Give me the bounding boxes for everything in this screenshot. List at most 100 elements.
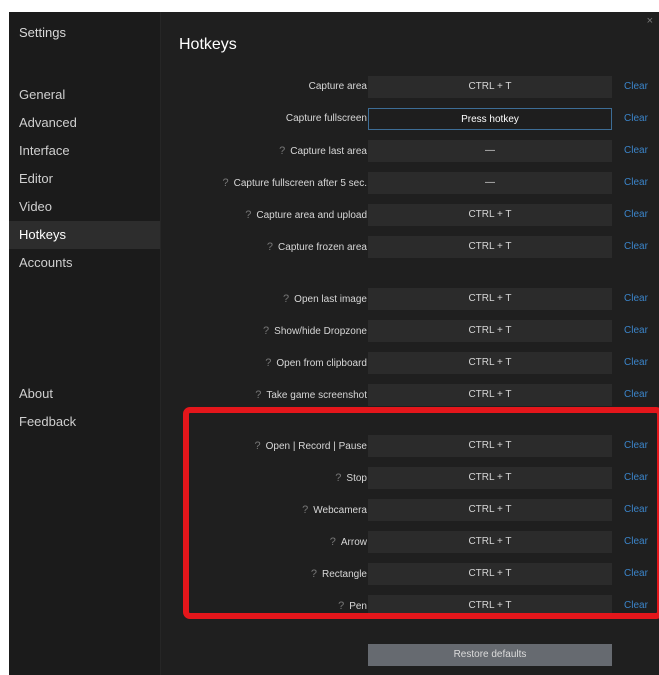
hotkey-label: ? Arrow <box>330 531 367 553</box>
hotkey-input[interactable]: CTRL + T <box>368 595 612 617</box>
sidebar-item-feedback[interactable]: Feedback <box>9 408 160 436</box>
hotkey-label: ? Show/hide Dropzone <box>263 320 367 342</box>
hotkey-label: ? Capture fullscreen after 5 sec. <box>222 172 367 194</box>
help-icon[interactable]: ? <box>267 241 273 253</box>
hotkey-label-text: Arrow <box>340 537 367 548</box>
hotkey-input[interactable]: CTRL + T <box>368 435 612 457</box>
clear-link[interactable]: Clear <box>624 172 648 194</box>
hotkey-label-text: Capture area <box>308 81 367 92</box>
hotkey-label: Capture area <box>309 76 367 98</box>
help-icon[interactable]: ? <box>222 177 228 189</box>
hotkey-label-text: Open last image <box>294 294 367 305</box>
hotkey-label: ? Take game screenshot <box>255 384 367 406</box>
hotkey-row-stop: ? Stop CTRL + T Clear <box>169 467 659 489</box>
hotkey-label: ? Pen <box>338 595 367 617</box>
hotkey-row-open-last-image: ? Open last image CTRL + T Clear <box>169 288 659 310</box>
hotkey-label: ? Capture frozen area <box>267 236 367 258</box>
hotkey-row-rectangle: ? Rectangle CTRL + T Clear <box>169 563 659 585</box>
clear-link[interactable]: Clear <box>624 499 648 521</box>
sidebar-item-general[interactable]: General <box>9 81 160 109</box>
hotkey-label-text: Capture last area <box>290 146 367 157</box>
hotkey-label-text: Stop <box>346 473 367 484</box>
clear-link[interactable]: Clear <box>624 531 648 553</box>
clear-link[interactable]: Clear <box>624 76 648 98</box>
sidebar-item-about[interactable]: About <box>9 380 160 408</box>
help-icon[interactable]: ? <box>311 568 317 580</box>
hotkey-input[interactable]: CTRL + T <box>368 320 612 342</box>
clear-link[interactable]: Clear <box>624 467 648 489</box>
hotkey-label: ? Open from clipboard <box>265 352 367 374</box>
hotkey-label-text: Take game screenshot <box>266 390 367 401</box>
hotkey-label-text: Capture area and upload <box>256 210 367 221</box>
clear-link[interactable]: Clear <box>624 236 648 258</box>
clear-link[interactable]: Clear <box>624 435 648 457</box>
hotkey-input[interactable]: CTRL + T <box>368 384 612 406</box>
clear-link[interactable]: Clear <box>624 563 648 585</box>
help-icon[interactable]: ? <box>245 209 251 221</box>
hotkey-input[interactable]: — <box>368 140 612 162</box>
hotkey-label-text: Open | Record | Pause <box>265 441 367 452</box>
help-icon[interactable]: ? <box>265 357 271 369</box>
sidebar-title: Settings <box>19 25 66 40</box>
hotkey-row-take-game-screenshot: ? Take game screenshot CTRL + T Clear <box>169 384 659 406</box>
sidebar-item-video[interactable]: Video <box>9 193 160 221</box>
clear-link[interactable]: Clear <box>624 288 648 310</box>
close-icon[interactable]: × <box>647 15 653 27</box>
hotkey-input[interactable]: CTRL + T <box>368 531 612 553</box>
hotkey-label: ? Rectangle <box>311 563 367 585</box>
hotkey-row-capture-area-and-upload: ? Capture area and upload CTRL + T Clear <box>169 204 659 226</box>
sidebar-item-interface[interactable]: Interface <box>9 137 160 165</box>
help-icon[interactable]: ? <box>263 325 269 337</box>
hotkey-input[interactable]: CTRL + T <box>368 76 612 98</box>
hotkey-input[interactable]: CTRL + T <box>368 499 612 521</box>
settings-window: Settings General Advanced Interface Editor V… <box>9 12 659 675</box>
help-icon[interactable]: ? <box>255 440 261 452</box>
clear-link[interactable]: Clear <box>624 204 648 226</box>
clear-link[interactable]: Clear <box>624 352 648 374</box>
hotkey-label-text: Capture frozen area <box>278 242 367 253</box>
help-icon[interactable]: ? <box>338 600 344 612</box>
sidebar-item-editor[interactable]: Editor <box>9 165 160 193</box>
help-icon[interactable]: ? <box>283 293 289 305</box>
hotkey-input[interactable]: Press hotkey <box>368 108 612 130</box>
help-icon[interactable]: ? <box>335 472 341 484</box>
hotkey-row-webcamera: ? Webcamera CTRL + T Clear <box>169 499 659 521</box>
hotkey-input[interactable]: CTRL + T <box>368 352 612 374</box>
sidebar-item-accounts[interactable]: Accounts <box>9 249 160 277</box>
hotkey-input[interactable]: CTRL + T <box>368 236 612 258</box>
hotkey-label-text: Capture fullscreen <box>285 113 367 124</box>
page-title: Hotkeys <box>179 36 237 53</box>
help-icon[interactable]: ? <box>330 536 336 548</box>
help-icon[interactable]: ? <box>279 145 285 157</box>
hotkey-input[interactable]: CTRL + T <box>368 563 612 585</box>
hotkey-row-open-record-pause: ? Open | Record | Pause CTRL + T Clear <box>169 435 659 457</box>
clear-link[interactable]: Clear <box>624 320 648 342</box>
hotkey-label-text: Capture fullscreen after 5 sec. <box>233 178 367 189</box>
help-icon[interactable]: ? <box>255 389 261 401</box>
hotkey-label: ? Open last image <box>283 288 367 310</box>
clear-link[interactable]: Clear <box>624 595 648 617</box>
clear-link[interactable]: Clear <box>624 108 648 130</box>
hotkey-row-capture-area: Capture area CTRL + T Clear <box>169 76 659 98</box>
clear-link[interactable]: Clear <box>624 140 648 162</box>
hotkey-input[interactable]: CTRL + T <box>368 467 612 489</box>
sidebar-item-hotkeys[interactable]: Hotkeys <box>9 221 160 249</box>
restore-defaults-button[interactable]: Restore defaults <box>368 644 612 666</box>
hotkey-label-text: Pen <box>349 601 367 612</box>
hotkey-row-pen: ? Pen CTRL + T Clear <box>169 595 659 617</box>
hotkey-label: ? Capture last area <box>279 140 367 162</box>
sidebar-item-advanced[interactable]: Advanced <box>9 109 160 137</box>
hotkey-row-capture-fullscreen: Capture fullscreen Press hotkey Clear <box>169 108 659 130</box>
hotkey-row-capture-last-area: ? Capture last area — Clear <box>169 140 659 162</box>
hotkey-row-capture-frozen-area: ? Capture frozen area CTRL + T Clear <box>169 236 659 258</box>
hotkey-row-show-hide-dropzone: ? Show/hide Dropzone CTRL + T Clear <box>169 320 659 342</box>
help-icon[interactable]: ? <box>302 504 308 516</box>
hotkey-input[interactable]: CTRL + T <box>368 204 612 226</box>
hotkey-label: ? Webcamera <box>302 499 367 521</box>
hotkey-row-capture-fullscreen-after-5-sec: ? Capture fullscreen after 5 sec. — Clear <box>169 172 659 194</box>
hotkey-row-open-from-clipboard: ? Open from clipboard CTRL + T Clear <box>169 352 659 374</box>
hotkey-input[interactable]: — <box>368 172 612 194</box>
hotkey-input[interactable]: CTRL + T <box>368 288 612 310</box>
clear-link[interactable]: Clear <box>624 384 648 406</box>
sidebar: Settings General Advanced Interface Editor V… <box>9 12 161 675</box>
